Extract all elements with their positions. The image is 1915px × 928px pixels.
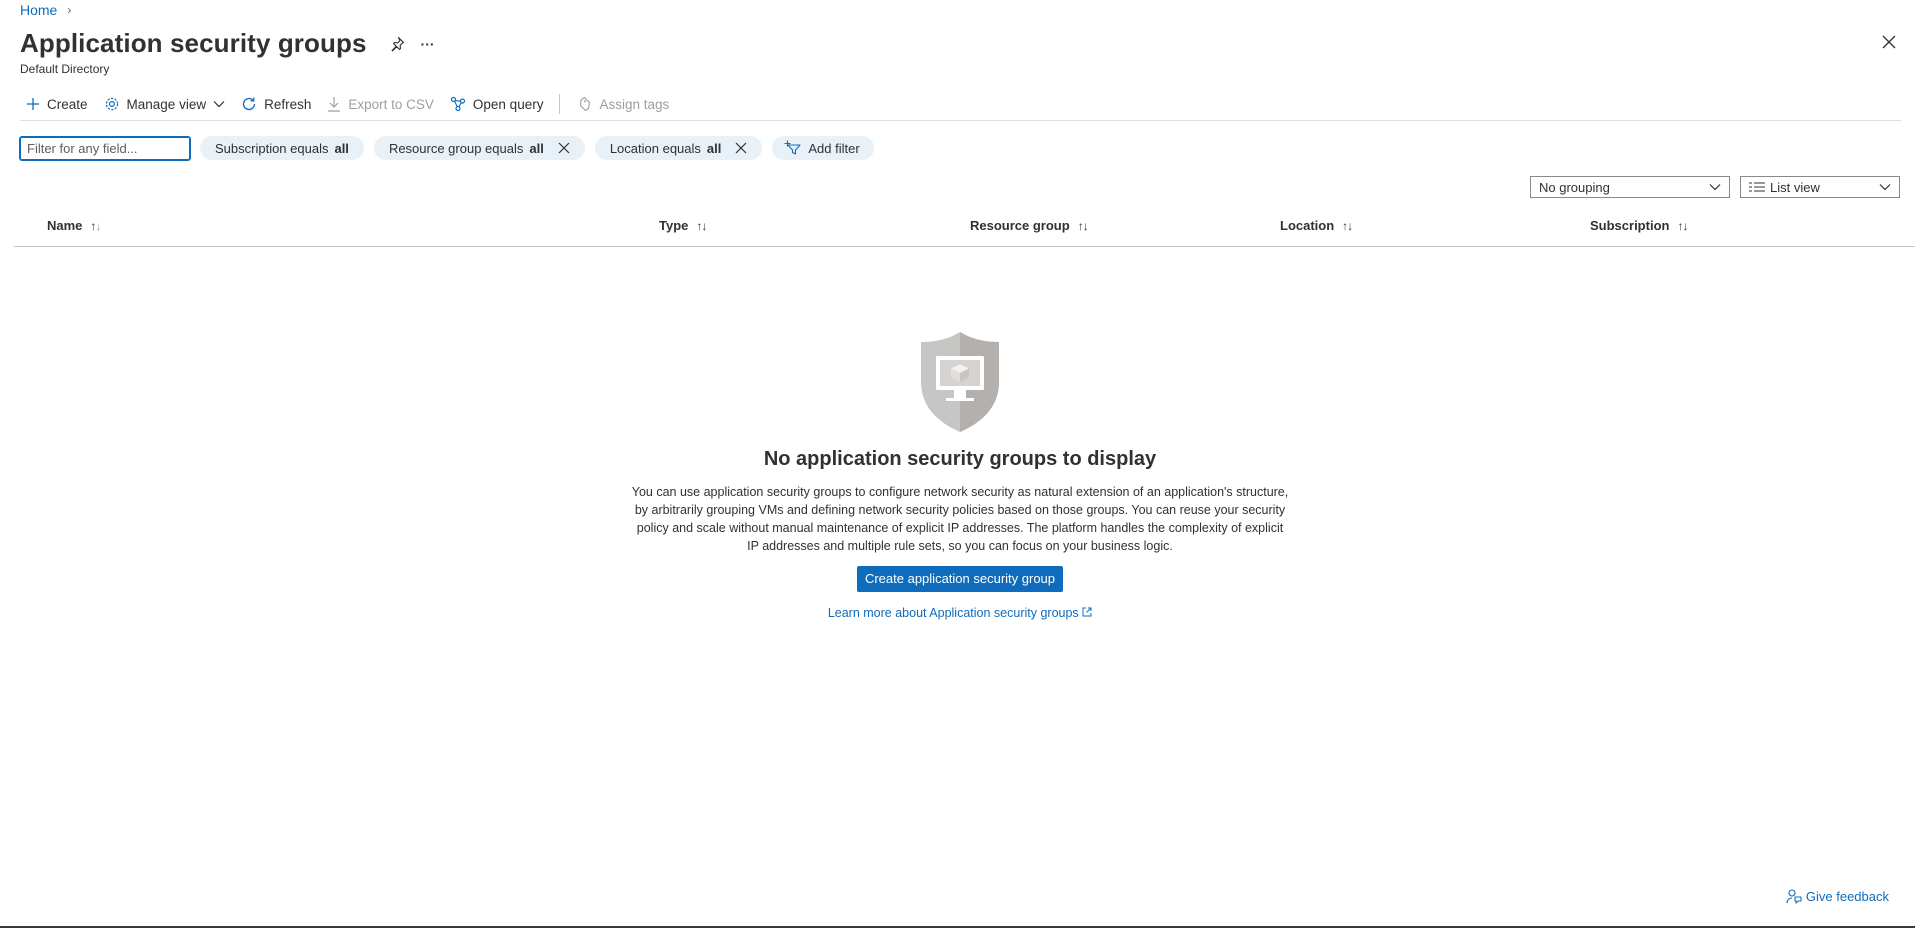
add-filter-icon: [784, 140, 801, 155]
empty-state-title: No application security groups to displa…: [763, 448, 1157, 470]
query-graph-icon: [450, 96, 466, 112]
chevron-down-icon: [1879, 184, 1891, 191]
remove-filter-icon[interactable]: [735, 142, 747, 154]
page-title: Application security groups: [20, 28, 367, 58]
column-header-subscription[interactable]: Subscription ↑↓: [1590, 218, 1688, 233]
view-dropdown[interactable]: List view: [1740, 176, 1900, 198]
assign-tags-label: Assign tags: [599, 96, 670, 112]
chevron-down-icon: [213, 101, 225, 108]
open-query-button[interactable]: Open query: [442, 92, 552, 116]
learn-more-label: Learn more about Application security gr…: [827, 606, 1079, 620]
filter-bar: Subscription equals all Resource group e…: [19, 135, 874, 161]
breadcrumb-home-link[interactable]: Home: [20, 2, 57, 18]
give-feedback-link[interactable]: Give feedback: [1786, 888, 1889, 904]
more-options-icon[interactable]: ···: [421, 36, 435, 52]
remove-filter-icon[interactable]: [558, 142, 570, 154]
sort-icon: ↑↓: [1342, 218, 1353, 233]
column-header-label: Location: [1280, 218, 1335, 233]
column-header-resource-group[interactable]: Resource group ↑↓: [970, 218, 1089, 233]
sort-icon: ↑↓: [1677, 218, 1688, 233]
create-application-security-group-button[interactable]: Create application security group: [856, 566, 1064, 592]
toolbar-divider: [559, 94, 561, 114]
give-feedback-label: Give feedback: [1805, 888, 1889, 904]
manage-view-button[interactable]: Manage view: [96, 92, 234, 116]
learn-more-link[interactable]: Learn more about Application security gr…: [0, 606, 1915, 620]
title-row: Application security groups ···: [20, 28, 435, 59]
download-icon: [328, 97, 341, 112]
view-value: List view: [1770, 179, 1820, 195]
location-filter-value: all: [706, 140, 722, 156]
location-filter-label: Location equals: [609, 140, 701, 156]
subscription-filter-value: all: [334, 140, 349, 156]
open-query-label: Open query: [472, 96, 544, 112]
manage-view-label: Manage view: [126, 96, 207, 112]
chevron-down-icon: [1709, 184, 1721, 191]
filter-input[interactable]: [19, 135, 191, 161]
create-label: Create: [47, 96, 88, 112]
assign-tags-button[interactable]: Assign tags: [568, 92, 677, 116]
view-controls: No grouping List view: [1530, 176, 1900, 198]
sort-ascending-icon: ↑↓: [90, 218, 101, 233]
subscription-filter-pill[interactable]: Subscription equals all: [200, 136, 364, 160]
plus-icon: [27, 98, 39, 110]
add-filter-label: Add filter: [808, 140, 860, 156]
resource-group-filter-label: Resource group equals: [388, 140, 524, 156]
column-header-label: Resource group: [970, 218, 1070, 233]
gear-icon: [105, 97, 118, 111]
breadcrumb: Home ›: [20, 2, 71, 18]
create-button[interactable]: Create: [20, 92, 96, 116]
refresh-icon: [242, 97, 256, 111]
security-shield-icon: [921, 332, 999, 432]
command-bar: Create Manage view Refresh Export to CSV…: [20, 92, 677, 116]
sort-icon: ↑↓: [1077, 218, 1089, 233]
empty-state: No application security groups to displa…: [0, 330, 1915, 620]
column-header-label: Name: [47, 218, 83, 233]
external-link-icon: [1082, 607, 1092, 617]
column-header-label: Type: [659, 218, 689, 233]
tag-icon: [580, 96, 591, 112]
toolbar-separator: [20, 120, 1901, 121]
column-header-location[interactable]: Location ↑↓: [1280, 218, 1353, 233]
column-header-type[interactable]: Type ↑↓: [659, 218, 707, 233]
column-header-label: Subscription: [1590, 218, 1670, 233]
location-filter-pill[interactable]: Location equals all: [594, 136, 763, 160]
feedback-icon: [1786, 889, 1802, 904]
close-button[interactable]: [1879, 32, 1899, 52]
grouping-value: No grouping: [1539, 179, 1610, 195]
subscription-filter-label: Subscription equals: [215, 140, 329, 156]
export-csv-button[interactable]: Export to CSV: [319, 92, 442, 116]
add-filter-button[interactable]: Add filter: [772, 136, 874, 160]
close-icon: [1882, 35, 1896, 49]
chevron-right-icon: ›: [67, 3, 72, 17]
export-csv-label: Export to CSV: [348, 96, 434, 112]
table-header: Name ↑↓ Type ↑↓ Resource group ↑↓ Locati…: [14, 214, 1915, 247]
pin-icon[interactable]: [389, 36, 405, 52]
page-subtitle: Default Directory: [20, 62, 110, 76]
list-view-icon: [1749, 182, 1765, 192]
resource-group-filter-pill[interactable]: Resource group equals all: [373, 136, 585, 160]
refresh-button[interactable]: Refresh: [233, 92, 319, 116]
refresh-label: Refresh: [264, 96, 312, 112]
resource-group-filter-value: all: [529, 140, 544, 156]
grouping-dropdown[interactable]: No grouping: [1530, 176, 1730, 198]
empty-state-description: You can use application security groups …: [631, 485, 1289, 553]
sort-icon: ↑↓: [696, 218, 707, 233]
column-header-name[interactable]: Name ↑↓: [47, 218, 101, 233]
